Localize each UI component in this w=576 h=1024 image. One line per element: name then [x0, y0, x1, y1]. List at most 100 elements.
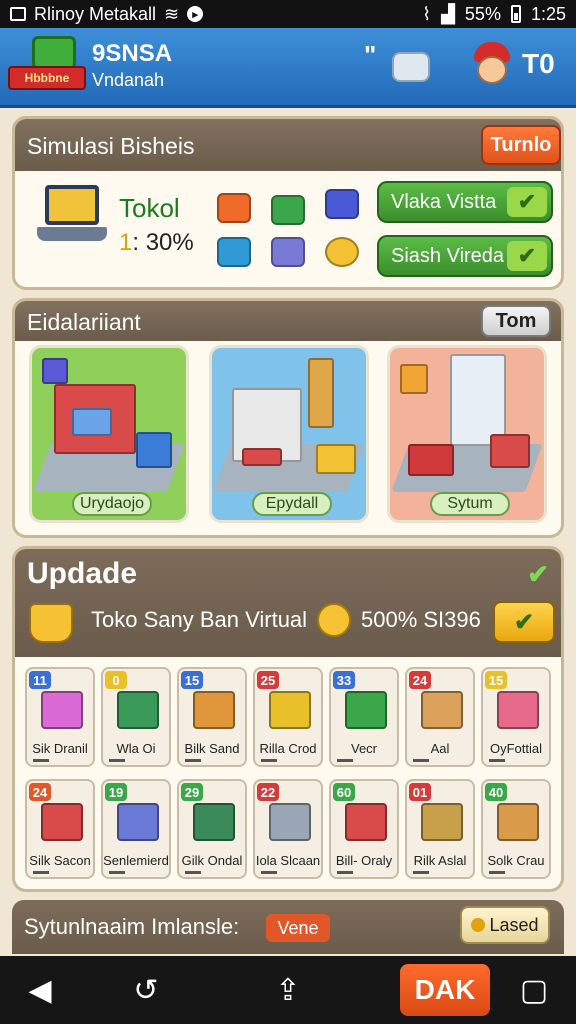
- item-shop-icon: [345, 803, 387, 841]
- item-progress-bar: [109, 759, 125, 762]
- stat-value: : 30%: [132, 229, 194, 256]
- item-shop-icon: [421, 803, 463, 841]
- tag-icon: [217, 193, 251, 223]
- item-progress-bar: [489, 759, 505, 762]
- item-tile[interactable]: 01 Rilk Aslal: [405, 779, 475, 879]
- info-icon: ▸: [187, 6, 204, 22]
- van-icon: [408, 444, 454, 476]
- item-label: Iola Slcaan: [255, 853, 321, 868]
- dak-button[interactable]: DAK: [400, 964, 490, 1016]
- check-icon: ✔: [513, 608, 535, 636]
- item-tile[interactable]: 0 Wla Oi: [101, 667, 171, 767]
- laptop-icon: [37, 185, 107, 251]
- item-tile[interactable]: 29 Gilk Ondal: [177, 779, 247, 879]
- lased-button[interactable]: Lased: [460, 906, 550, 944]
- item-shop-icon: [269, 803, 311, 841]
- cloud-icon[interactable]: [392, 52, 430, 82]
- vista-button-label: Vlaka Vistta: [391, 190, 497, 213]
- simulation-panel: Simulasi Bisheis Turnlo Tokol 1: 30% Vla…: [12, 116, 564, 290]
- truck-icon: [136, 432, 172, 468]
- check-icon: ✔: [507, 187, 547, 217]
- item-level-badge: 25: [257, 671, 279, 689]
- avatar[interactable]: [470, 42, 514, 92]
- stat-value-row: 1: 30%: [119, 229, 194, 257]
- city-panel-header: Eidalariiant Tom: [15, 301, 561, 341]
- item-progress-bar: [261, 871, 277, 874]
- item-tile[interactable]: 22 Iola Slcaan: [253, 779, 323, 879]
- item-progress-bar: [489, 871, 505, 874]
- lased-button-label: Lased: [489, 914, 539, 935]
- item-shop-icon: [193, 803, 235, 841]
- item-tile[interactable]: 15 OyFottial: [481, 667, 551, 767]
- item-level-badge: 24: [29, 783, 51, 801]
- item-level-badge: 15: [485, 671, 507, 689]
- city-card-3[interactable]: Sytum: [387, 345, 547, 523]
- item-progress-bar: [337, 871, 353, 874]
- city-card-1[interactable]: Urydaojo: [29, 345, 189, 523]
- update-panel: Updade ✔ Toko Sany Ban Virtual 500% SI39…: [12, 546, 564, 892]
- item-level-badge: 0: [105, 671, 127, 689]
- header-title: 9SNSA: [92, 40, 173, 67]
- simulation-panel-header: Simulasi Bisheis Turnlo: [15, 119, 561, 171]
- item-progress-bar: [185, 871, 201, 874]
- footer-title: Sytunlnaaim Imlansle:: [24, 914, 240, 939]
- carrier-name: Rlinoy Metakall: [34, 3, 157, 24]
- quote-mark: ": [364, 40, 377, 70]
- vireda-button[interactable]: Siash Vireda ✔: [377, 235, 553, 277]
- item-level-badge: 15: [181, 671, 203, 689]
- item-tile[interactable]: 15 Bilk Sand: [177, 667, 247, 767]
- city-panel: Eidalariiant Tom Urydaojo Epydall Sytum: [12, 298, 564, 538]
- back-icon[interactable]: ◀: [20, 970, 60, 1010]
- item-progress-bar: [261, 759, 277, 762]
- update-amount: 500% SI396: [361, 607, 481, 632]
- check-icon: ✔: [527, 559, 549, 589]
- item-label: Gilk Ondal: [181, 853, 243, 868]
- avatar-face-icon: [477, 56, 507, 84]
- logo-ribbon: Hbbbne: [8, 66, 86, 90]
- simulation-action-button[interactable]: Turnlo: [481, 125, 561, 165]
- item-shop-icon: [497, 803, 539, 841]
- vireda-button-label: Siash Vireda: [391, 244, 505, 267]
- battery-percent: 55%: [464, 3, 501, 24]
- battery-icon: [510, 5, 521, 23]
- vista-button[interactable]: Vlaka Vistta ✔: [377, 181, 553, 223]
- city-card-2[interactable]: Epydall: [209, 345, 369, 523]
- share-icon[interactable]: ⇪: [268, 970, 308, 1010]
- item-level-badge: 22: [257, 783, 279, 801]
- status-bar: Rlinoy Metakall ≋ ▸ ⌇ ▟ 55% 1:25: [0, 0, 576, 28]
- item-tile[interactable]: 11 Sik Dranil: [25, 667, 95, 767]
- item-shop-icon: [41, 691, 83, 729]
- item-tile[interactable]: 19 Senlemierd: [101, 779, 171, 879]
- item-tile[interactable]: 40 Solk Crau: [481, 779, 551, 879]
- item-tile[interactable]: 25 Rilla Crod: [253, 667, 323, 767]
- item-level-badge: 60: [333, 783, 355, 801]
- wifi-icon: ≋: [164, 3, 180, 24]
- notification-icon: [10, 7, 26, 21]
- item-level-badge: 01: [409, 783, 431, 801]
- nav-bar: ◀ ↺ ⇪ DAK ▢: [0, 956, 576, 1024]
- coin-icon: [325, 237, 359, 267]
- item-progress-bar: [33, 759, 49, 762]
- item-tile[interactable]: 33 Vecr: [329, 667, 399, 767]
- item-tile[interactable]: 60 Bill- Oraly: [329, 779, 399, 879]
- confirm-update-button[interactable]: ✔: [493, 601, 555, 643]
- item-shop-icon: [117, 803, 159, 841]
- item-level-badge: 19: [105, 783, 127, 801]
- item-progress-bar: [337, 759, 353, 762]
- item-label: Senlemierd: [103, 853, 169, 868]
- coin-stack-icon: [471, 918, 486, 932]
- item-label: Sik Dranil: [32, 741, 88, 756]
- item-tile[interactable]: 24 Silk Sacon: [25, 779, 95, 879]
- footer-tag[interactable]: Vene: [266, 914, 330, 942]
- city-action-button[interactable]: Tom: [481, 305, 551, 337]
- item-level-badge: 29: [181, 783, 203, 801]
- item-label: Silk Sacon: [29, 853, 91, 868]
- stat-label: Tokol: [119, 193, 180, 223]
- city-card-2-label: Epydall: [252, 492, 332, 516]
- update-line-text: Toko Sany Ban Virtual: [91, 607, 308, 632]
- recent-apps-icon[interactable]: ▢: [514, 970, 554, 1010]
- refresh-icon[interactable]: ↺: [126, 970, 166, 1010]
- city-card-1-label: Urydaojo: [72, 492, 152, 516]
- item-tile[interactable]: 24 Aal: [405, 667, 475, 767]
- item-shop-icon: [421, 691, 463, 729]
